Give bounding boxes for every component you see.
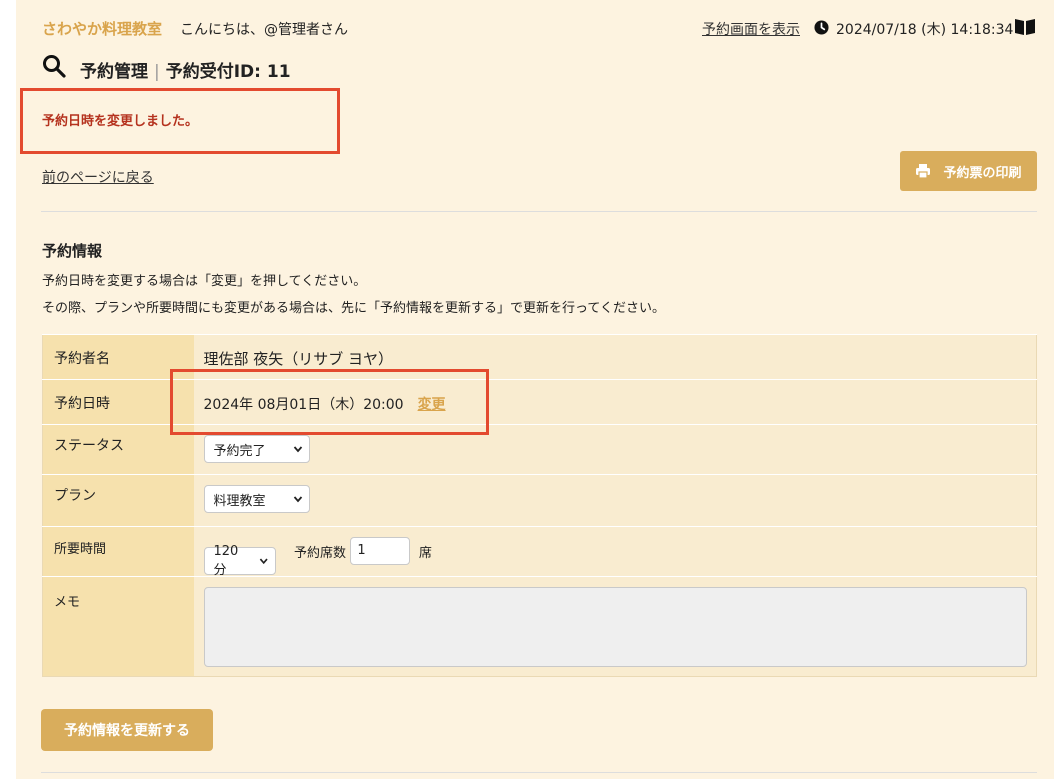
status-select[interactable]: 予約完了 — [203, 435, 310, 463]
divider-top — [41, 211, 1037, 212]
datetime-highlight-box — [170, 369, 489, 435]
print-ticket-label: 予約票の印刷 — [943, 165, 1022, 181]
chevron-down-icon — [293, 496, 302, 503]
row-memo: メモ — [42, 576, 1037, 677]
divider-bottom — [41, 772, 1037, 773]
memo-label: メモ — [42, 576, 194, 677]
current-datetime: 2024/07/18 (木) 14:18:34 — [836, 22, 1014, 38]
page-title-main: 予約管理 — [80, 62, 148, 82]
section-description-2: その際、プランや所要時間にも変更がある場合は、先に「予約情報を更新する」で更新を… — [42, 301, 665, 316]
title-separator: | — [154, 62, 160, 82]
plan-select[interactable]: 料理教室 — [203, 485, 310, 513]
clock-icon — [814, 20, 829, 35]
printer-icon — [916, 164, 931, 179]
duration-label: 所要時間 — [42, 526, 194, 577]
reservation-id: 予約受付ID: 11 — [165, 62, 291, 82]
status-select-value: 予約完了 — [213, 443, 266, 459]
view-reservation-page-link[interactable]: 予約画面を表示 — [702, 19, 800, 39]
section-description-1: 予約日時を変更する場合は「変更」を押してください。 — [42, 274, 367, 289]
duration-select-value: 120分 — [213, 544, 239, 578]
memo-textarea[interactable] — [203, 587, 1027, 667]
seats-label: 予約席数 — [293, 545, 346, 561]
plan-select-value: 料理教室 — [213, 493, 266, 509]
chevron-down-icon — [293, 446, 302, 453]
seats-unit: 席 — [418, 545, 432, 561]
seats-input[interactable]: 1 — [350, 537, 411, 565]
plan-cell: 料理教室 — [193, 474, 1037, 527]
search-icon — [43, 55, 66, 78]
page-title: 予約管理 | 予約受付ID: 11 — [80, 57, 291, 82]
section-title: 予約情報 — [42, 242, 103, 260]
memo-cell — [193, 576, 1037, 677]
row-duration: 所要時間 120分 予約席数 1 席 — [42, 526, 1037, 578]
flash-message: 予約日時を変更しました。 — [42, 114, 199, 129]
greeting-text: こんにちは、@管理者さん — [180, 22, 348, 38]
book-icon[interactable] — [1014, 18, 1036, 36]
print-ticket-button[interactable]: 予約票の印刷 — [900, 151, 1037, 191]
plan-label: プラン — [42, 474, 194, 527]
page: さわやか料理教室 こんにちは、@管理者さん 予約画面を表示 2024/07/18… — [16, 0, 1054, 779]
brand-name[interactable]: さわやか料理教室 — [42, 18, 162, 39]
chevron-down-icon — [259, 558, 268, 565]
update-reservation-button[interactable]: 予約情報を更新する — [41, 709, 213, 751]
duration-select[interactable]: 120分 — [203, 544, 276, 578]
duration-cell: 120分 予約席数 1 席 — [193, 526, 1037, 578]
row-plan: プラン 料理教室 — [42, 474, 1037, 527]
back-link[interactable]: 前のページに戻る — [42, 167, 154, 187]
